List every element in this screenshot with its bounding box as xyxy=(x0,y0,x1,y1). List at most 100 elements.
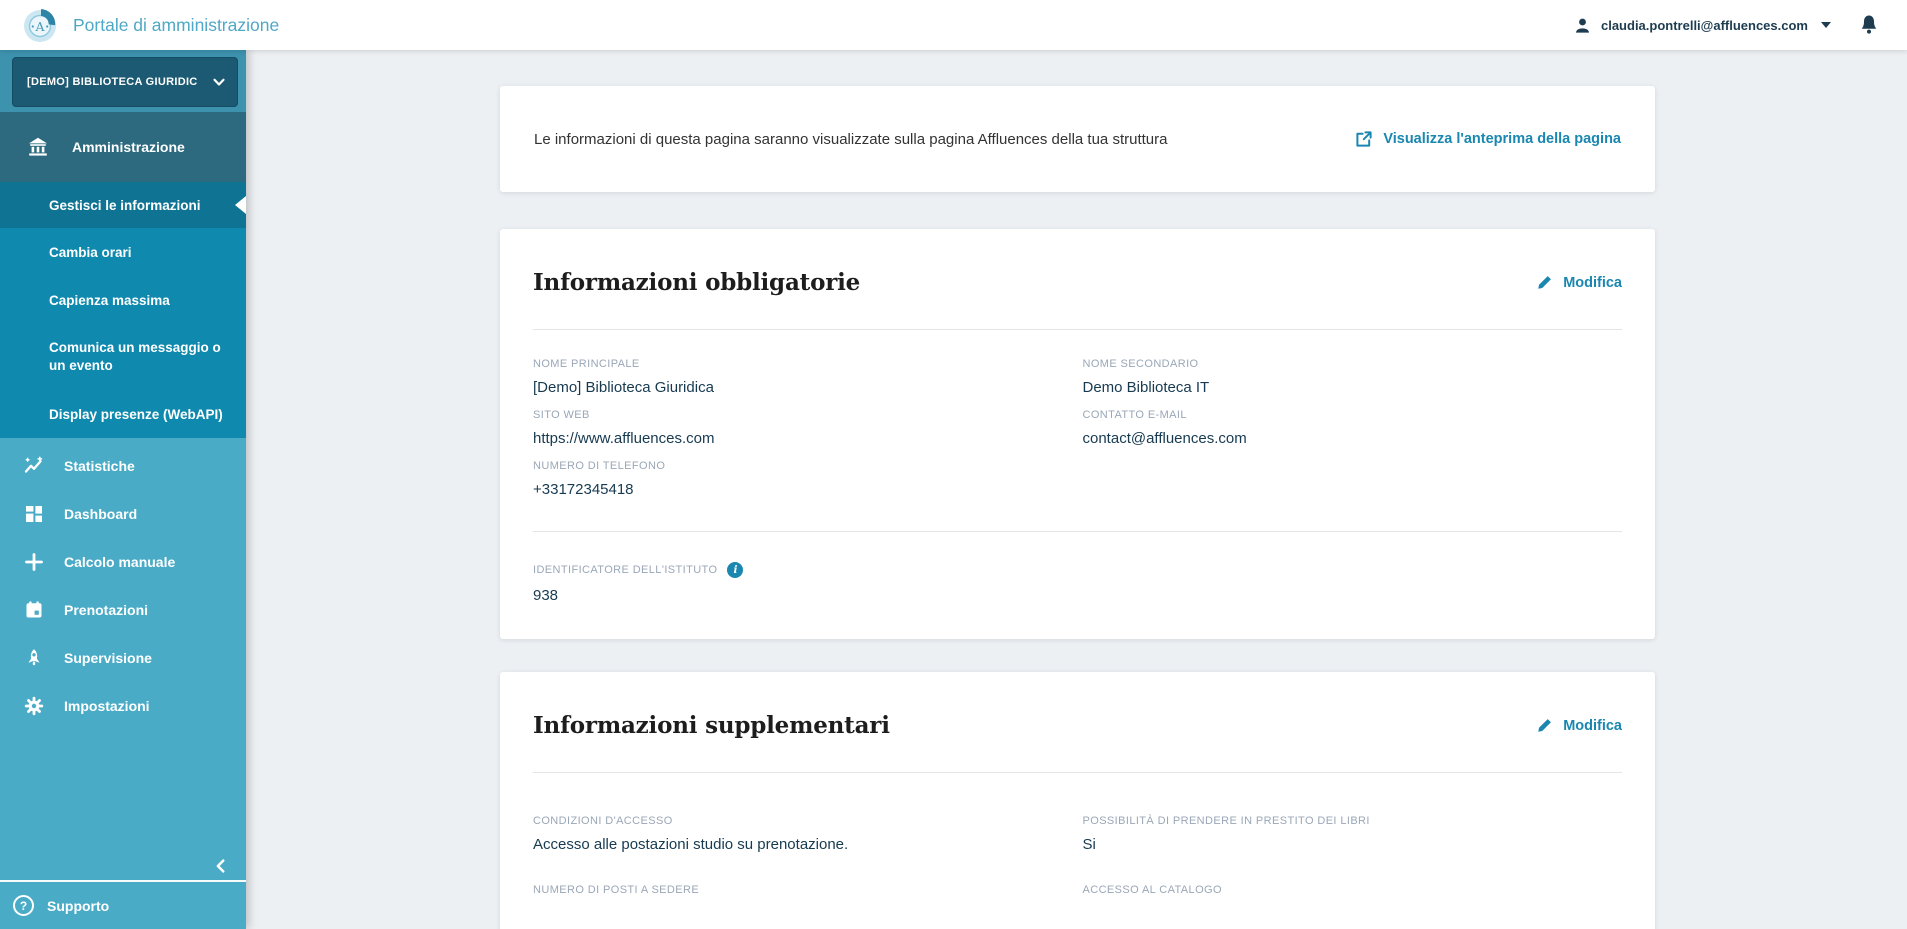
site-selector-band: [DEMO] BIBLIOTECA GIURIDIC xyxy=(0,50,246,112)
info-icon[interactable]: i xyxy=(727,562,744,578)
field-value: contact@affluences.com xyxy=(1082,430,1247,447)
banner-message: Le informazioni di questa pagina saranno… xyxy=(534,130,1168,148)
field-value: 938 xyxy=(533,587,559,604)
field-label: POSSIBILITÀ DI PRENDERE IN PRESTITO DEI … xyxy=(1082,815,1370,827)
header-right: claudia.pontrelli@affluences.com xyxy=(1573,14,1879,36)
card-title: Informazioni supplementari xyxy=(533,712,890,739)
field-value: Accesso alle postazioni studio su prenot… xyxy=(533,836,849,853)
site-selector-label: [DEMO] BIBLIOTECA GIURIDIC xyxy=(27,76,198,88)
active-item-arrow xyxy=(235,196,246,214)
field-label: CONDIZIONI D'ACCESSO xyxy=(533,815,673,827)
card-header: Informazioni supplementari Modifica xyxy=(533,712,1622,739)
sidebar-item-label: Dashboard xyxy=(64,506,138,522)
dashboard-icon xyxy=(24,504,44,524)
chevron-left-icon xyxy=(212,857,230,875)
sidebar-item-impostazioni[interactable]: Impostazioni xyxy=(0,682,246,730)
submenu-label: Gestisci le informazioni xyxy=(49,197,201,213)
gear-icon xyxy=(24,696,44,716)
stats-wand-icon xyxy=(24,456,44,476)
card-header: Informazioni obbligatorie Modifica xyxy=(533,269,1622,296)
preview-link-label: Visualizza l'anteprima della pagina xyxy=(1383,131,1621,147)
user-email: claudia.pontrelli@affluences.com xyxy=(1600,17,1808,33)
sidebar-item-amministrazione[interactable]: Amministrazione xyxy=(0,112,246,182)
card-title: Informazioni obbligatorie xyxy=(533,269,861,296)
question-mark: ? xyxy=(19,898,28,913)
collapse-sidebar-button[interactable] xyxy=(212,857,230,875)
edit-pencil-icon xyxy=(1536,274,1553,291)
sidebar-item-calcolo-manuale[interactable]: Calcolo manuale xyxy=(0,538,246,586)
field-value: Demo Biblioteca IT xyxy=(1082,379,1210,396)
field-contatto-email: CONTATTO E-MAIL contact@affluences.com xyxy=(1083,409,1623,448)
chevron-down-icon xyxy=(210,73,228,91)
bell-icon xyxy=(1859,14,1879,36)
sidebar-collapse-row xyxy=(0,857,246,880)
field-nome-secondario: NOME SECONDARIO Demo Biblioteca IT xyxy=(1083,358,1623,397)
sidebar-item-label: Supervisione xyxy=(64,650,152,666)
sidebar-main-menu: Statistiche Dashboard Calcolo manuale Pr… xyxy=(0,438,246,730)
sidebar-item-capienza-massima[interactable]: Capienza massima xyxy=(0,276,246,324)
external-link-icon xyxy=(1355,130,1373,148)
mandatory-info-card: Informazioni obbligatorie Modifica NOME … xyxy=(500,229,1655,639)
field-prestito-libri: POSSIBILITÀ DI PRENDERE IN PRESTITO DEI … xyxy=(1083,815,1623,854)
edit-label: Modifica xyxy=(1563,274,1622,291)
mandatory-fields-grid: NOME PRINCIPALE [Demo] Biblioteca Giurid… xyxy=(533,358,1622,499)
sidebar-item-dashboard[interactable]: Dashboard xyxy=(0,490,246,538)
field-label: IDENTIFICATORE DELL'ISTITUTO xyxy=(533,564,718,576)
supplementary-info-card: Informazioni supplementari Modifica COND… xyxy=(500,672,1655,929)
user-icon xyxy=(1573,16,1592,35)
field-label: SITO WEB xyxy=(533,409,590,421)
sidebar-item-display-presenze[interactable]: Display presenze (WebAPI) xyxy=(0,390,246,438)
field-value xyxy=(1083,905,1623,923)
field-posti-a-sedere: NUMERO DI POSTI A SEDERE xyxy=(533,884,1073,923)
divider xyxy=(533,329,1622,330)
edit-supplementary-button[interactable]: Modifica xyxy=(1536,717,1622,734)
divider xyxy=(533,531,1622,532)
admin-portal-app: A Portale di amministrazione claudia.pon… xyxy=(0,0,1907,929)
field-value xyxy=(533,905,1073,923)
submenu-label: Comunica un messaggio o un evento xyxy=(49,340,221,373)
field-accesso-catalogo: ACCESSO AL CATALOGO xyxy=(1083,884,1623,923)
field-value: [Demo] Biblioteca Giuridica xyxy=(533,379,714,396)
affluences-logo-icon: A xyxy=(20,5,60,45)
sidebar-item-prenotazioni[interactable]: Prenotazioni xyxy=(0,586,246,634)
field-label: NOME SECONDARIO xyxy=(1082,358,1199,370)
edit-pencil-icon xyxy=(1536,717,1553,734)
field-label: NUMERO DI POSTI A SEDERE xyxy=(533,884,700,896)
sidebar-item-label: Supporto xyxy=(47,897,110,914)
sidebar-item-label: Statistiche xyxy=(64,458,135,474)
amministrazione-submenu: Gestisci le informazioni Cambia orari Ca… xyxy=(0,182,246,438)
sidebar-item-supporto[interactable]: ? Supporto xyxy=(0,882,246,929)
supplementary-fields-grid: CONDIZIONI D'ACCESSO Accesso alle postaz… xyxy=(533,815,1622,923)
brand: A Portale di amministrazione xyxy=(20,5,279,45)
sidebar-item-cambia-orari[interactable]: Cambia orari xyxy=(0,228,246,276)
preview-page-link[interactable]: Visualizza l'anteprima della pagina xyxy=(1355,130,1621,148)
sidebar-item-label: Calcolo manuale xyxy=(64,554,176,570)
sidebar-item-supervisione[interactable]: Supervisione xyxy=(0,634,246,682)
field-nome-principale: NOME PRINCIPALE [Demo] Biblioteca Giurid… xyxy=(533,358,1073,397)
field-value: Si xyxy=(1082,836,1096,853)
chevron-down-icon xyxy=(1821,22,1831,28)
field-label: ACCESSO AL CATALOGO xyxy=(1082,884,1222,896)
main-content: Le informazioni di questa pagina saranno… xyxy=(246,50,1907,929)
plus-icon xyxy=(24,552,44,572)
field-sito-web: SITO WEB https://www.affluences.com xyxy=(533,409,1073,448)
sidebar: [DEMO] BIBLIOTECA GIURIDIC Amministrazio… xyxy=(0,50,246,929)
field-value: https://www.affluences.com xyxy=(533,430,715,447)
submenu-label: Display presenze (WebAPI) xyxy=(49,406,223,422)
sidebar-item-label: Impostazioni xyxy=(64,698,150,714)
field-value: +33172345418 xyxy=(533,481,634,498)
field-label: CONTATTO E-MAIL xyxy=(1082,409,1187,421)
sidebar-item-comunica-messaggio[interactable]: Comunica un messaggio o un evento xyxy=(0,324,246,390)
sidebar-item-statistiche[interactable]: Statistiche xyxy=(0,442,246,490)
sidebar-item-label: Prenotazioni xyxy=(64,602,149,618)
calendar-icon xyxy=(24,600,44,620)
account-menu[interactable]: claudia.pontrelli@affluences.com xyxy=(1573,16,1831,35)
notifications-button[interactable] xyxy=(1859,14,1879,36)
top-header: A Portale di amministrazione claudia.pon… xyxy=(0,0,1907,50)
sidebar-item-gestisci-le-informazioni[interactable]: Gestisci le informazioni xyxy=(0,182,246,228)
site-selector-dropdown[interactable]: [DEMO] BIBLIOTECA GIURIDIC xyxy=(12,57,238,107)
preview-banner-card: Le informazioni di questa pagina saranno… xyxy=(500,86,1655,192)
field-label: NUMERO DI TELEFONO xyxy=(533,460,666,472)
edit-mandatory-button[interactable]: Modifica xyxy=(1536,274,1622,291)
field-label: NOME PRINCIPALE xyxy=(533,358,640,370)
